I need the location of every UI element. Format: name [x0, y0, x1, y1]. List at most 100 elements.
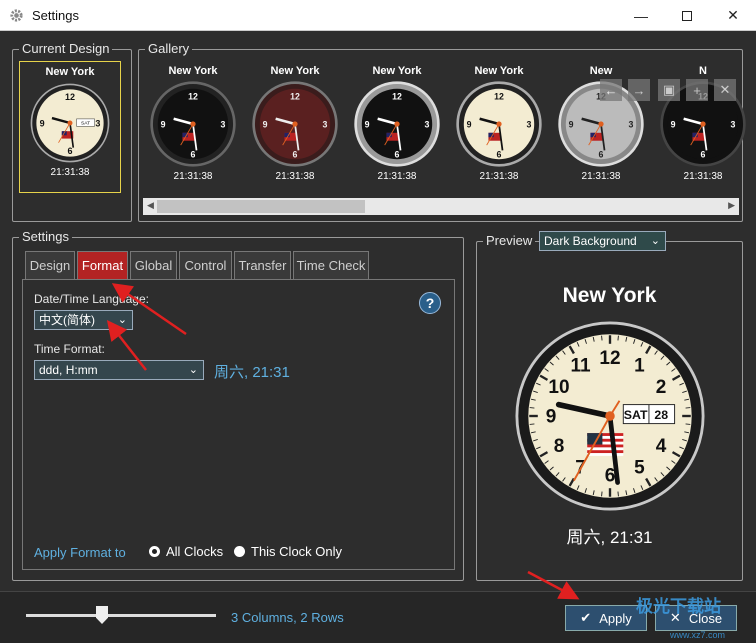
preview-background-select[interactable]: Dark Background ⌄: [539, 231, 666, 251]
current-design-clock-face: 12 3 6 9 SAT: [30, 83, 110, 163]
tab-design[interactable]: Design: [25, 251, 75, 279]
radio-unselected-icon: [234, 546, 245, 557]
tab-global[interactable]: Global: [130, 251, 177, 279]
preview-day: SAT: [624, 408, 648, 422]
window-title: Settings: [32, 8, 79, 23]
gallery-item-city: New York: [168, 65, 218, 77]
gallery-scroll-thumb[interactable]: [157, 200, 365, 213]
current-design-clock[interactable]: New York 12 3 6 9 SAT 21:31:38: [19, 61, 121, 193]
svg-text:3: 3: [628, 120, 633, 130]
svg-text:6: 6: [191, 149, 196, 159]
gallery-item-city: New York: [372, 65, 422, 77]
gear-icon: [10, 9, 23, 22]
gallery-legend: Gallery: [145, 41, 193, 56]
gallery-clock-face: 12 3 6 9: [456, 81, 542, 167]
close-icon: ✕: [727, 7, 739, 23]
tab-format[interactable]: Format: [77, 251, 128, 279]
layout-text: 3 Columns, 2 Rows: [231, 610, 344, 625]
clock-number: 11: [571, 356, 592, 377]
gallery-item[interactable]: New York 12 3 6 9 21:31:38: [247, 65, 343, 182]
svg-text:6: 6: [395, 149, 400, 159]
settings-legend: Settings: [19, 229, 72, 244]
svg-text:6: 6: [599, 149, 604, 159]
svg-text:6: 6: [67, 146, 72, 156]
gallery-scrollbar[interactable]: ◀ ▶: [143, 198, 739, 215]
plus-icon: +: [693, 82, 701, 98]
layout-slider-track[interactable]: [26, 614, 216, 617]
apply-all-clocks-label: All Clocks: [166, 544, 224, 559]
clock-number: 12: [599, 348, 620, 369]
gallery-item[interactable]: New York 12 3 6 9 21:31:38: [349, 65, 445, 182]
clock-number: 9: [546, 407, 557, 428]
time-format-sample: 周六, 21:31: [214, 364, 290, 381]
gallery-item[interactable]: New York 12 3 6 9 21:31:38: [451, 65, 547, 182]
tab-time-check[interactable]: Time Check: [293, 251, 369, 279]
svg-text:3: 3: [220, 120, 225, 130]
title-bar: Settings — ✕: [0, 0, 756, 31]
gallery-group: Gallery New York 12 3 6 9 21:31:38 New York 12 3…: [138, 41, 746, 222]
svg-text:3: 3: [730, 120, 735, 130]
clock-number: 1: [634, 356, 645, 377]
time-format-label: Time Format:: [34, 342, 105, 356]
time-format-select[interactable]: ddd, H:mm ⌄: [34, 360, 204, 380]
tab-transfer[interactable]: Transfer: [234, 251, 291, 279]
gallery-remove-button[interactable]: ✕: [714, 79, 736, 101]
apply-button[interactable]: ✔ Apply: [565, 605, 647, 631]
gallery-item-time: 21:31:38: [377, 171, 417, 182]
gallery-clock-face: 12 3 6 9: [354, 81, 440, 167]
current-design-legend: Current Design: [19, 41, 113, 56]
gallery-item-city: New: [589, 65, 613, 77]
watermark-url: www.xz7.com: [670, 630, 726, 640]
us-flag-icon: [587, 433, 624, 456]
scroll-right-icon[interactable]: ▶: [728, 200, 735, 211]
svg-text:3: 3: [526, 120, 531, 130]
svg-text:6: 6: [497, 149, 502, 159]
gallery-item-city: N: [699, 65, 707, 77]
svg-text:9: 9: [263, 120, 268, 130]
close-window-button[interactable]: ✕: [710, 0, 756, 31]
svg-text:12: 12: [188, 91, 198, 101]
svg-text:6: 6: [701, 149, 706, 159]
gallery-clock-face: 12 3 6 9: [150, 81, 236, 167]
language-select-value: 中文(简体): [39, 313, 95, 327]
gallery-next-button[interactable]: →: [628, 79, 650, 101]
save-icon: ▣: [662, 82, 676, 97]
language-label: Date/Time Language:: [34, 292, 149, 306]
chevron-down-icon: ⌄: [188, 364, 198, 376]
tab-control[interactable]: Control: [179, 251, 232, 279]
svg-text:9: 9: [40, 118, 45, 128]
layout-slider-thumb[interactable]: [96, 606, 108, 624]
gallery-prev-button[interactable]: ←: [600, 79, 622, 101]
gallery-save-button[interactable]: ▣: [658, 79, 680, 101]
language-select[interactable]: 中文(简体) ⌄: [34, 310, 133, 330]
apply-this-clock-radio[interactable]: This Clock Only: [234, 544, 342, 559]
gallery-item-time: 21:31:38: [683, 171, 723, 182]
preview-clock-face: 12124567891011 SAT 28: [515, 321, 705, 511]
gallery-clock-face: 12 3 6 9: [252, 81, 338, 167]
maximize-button[interactable]: [664, 0, 710, 31]
gallery-item-time: 21:31:38: [173, 171, 213, 182]
gallery-add-button[interactable]: +: [686, 79, 708, 101]
apply-all-clocks-radio[interactable]: All Clocks: [149, 544, 223, 559]
client-area: Current Design New York 12 3 6 9 SAT 21:…: [0, 31, 756, 643]
time-format-select-value: ddd, H:mm: [39, 363, 98, 377]
svg-text:9: 9: [365, 120, 370, 130]
svg-text:3: 3: [424, 120, 429, 130]
svg-text:12: 12: [392, 91, 402, 101]
scroll-left-icon[interactable]: ◀: [147, 200, 154, 211]
apply-this-clock-label: This Clock Only: [251, 544, 343, 559]
gallery-item[interactable]: New York 12 3 6 9 21:31:38: [145, 65, 241, 182]
current-design-time: 21:31:38: [50, 167, 90, 178]
preview-date: 28: [654, 408, 668, 422]
apply-format-label: Apply Format to: [34, 545, 126, 560]
radio-selected-icon: [149, 546, 160, 557]
preview-formatted-time: 周六, 21:31: [566, 528, 653, 547]
watermark-logo: 极光下载站: [636, 597, 721, 616]
help-button[interactable]: ?: [419, 292, 441, 314]
chevron-down-icon: ⌄: [650, 235, 660, 247]
svg-text:9: 9: [671, 120, 676, 130]
gallery-item-city: New York: [474, 65, 524, 77]
clock-number: 10: [548, 377, 569, 398]
maximize-icon: [682, 10, 692, 21]
minimize-button[interactable]: —: [618, 0, 664, 31]
